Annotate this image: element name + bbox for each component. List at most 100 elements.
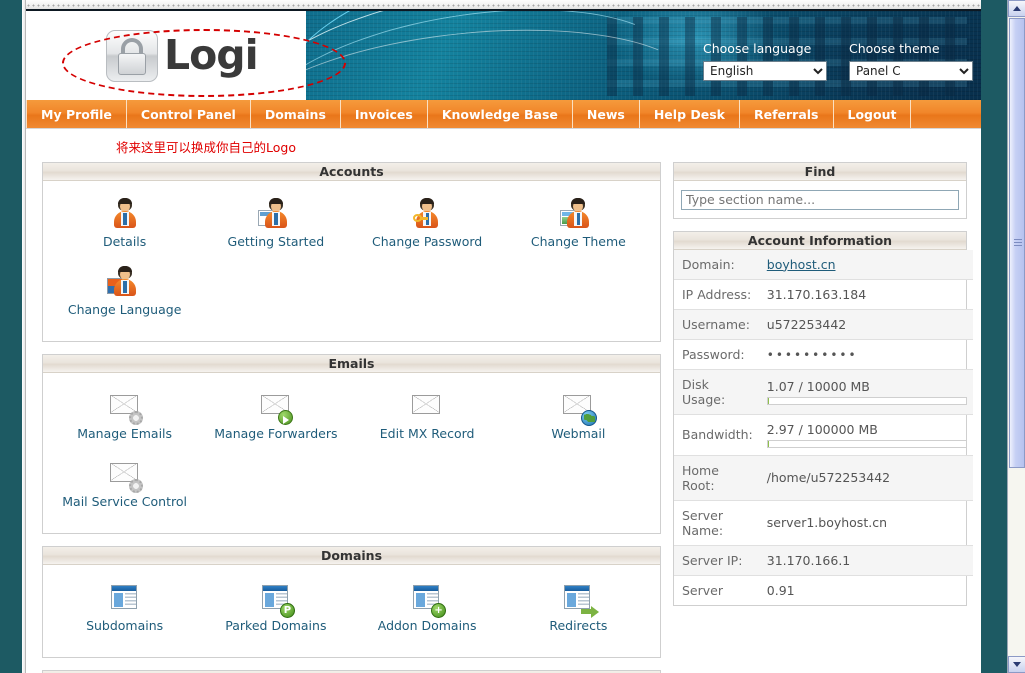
account-info-label: Disk Usage: bbox=[682, 376, 726, 407]
theme-label: Choose theme bbox=[849, 41, 940, 56]
avatar-tie bbox=[123, 281, 127, 293]
avatar-icon bbox=[567, 198, 590, 230]
tile-manage-forwarders[interactable]: Manage Forwarders bbox=[200, 383, 351, 451]
account-info-row: Server 0.91 bbox=[674, 575, 973, 605]
envelope-globe-icon bbox=[561, 389, 598, 426]
account-info-value[interactable]: boyhost.cn bbox=[759, 250, 973, 280]
nav-item-invoices[interactable]: Invoices bbox=[341, 100, 428, 128]
browser-viewport: Logi Choose language English Choose them… bbox=[0, 0, 1025, 673]
tile-details[interactable]: Details bbox=[49, 191, 200, 259]
tile-manage-emails[interactable]: Manage Emails bbox=[49, 383, 200, 451]
nav-item-news[interactable]: News bbox=[573, 100, 640, 128]
avatar-tie bbox=[123, 213, 127, 225]
panel-accounts-title: Accounts bbox=[43, 163, 660, 181]
account-info-label: Username: bbox=[682, 316, 750, 332]
theme-select[interactable]: Panel C bbox=[849, 61, 973, 81]
tile-label: Change Language bbox=[67, 302, 182, 317]
window-right-gutter bbox=[981, 0, 1006, 673]
tile-label: Edit MX Record bbox=[379, 426, 475, 441]
chevron-up-icon bbox=[1013, 6, 1021, 11]
tile-change-language[interactable]: Change Language bbox=[49, 259, 200, 327]
nav-item-domains[interactable]: Domains bbox=[251, 100, 341, 128]
usage-meter bbox=[766, 396, 967, 405]
panel-emails-body: Manage Emails Manage Forwarders Edit MX Re… bbox=[43, 373, 660, 533]
window-left-gutter bbox=[0, 0, 22, 673]
page-titlebar bbox=[414, 586, 439, 591]
tile-addon-domains[interactable]: + Addon Domains bbox=[352, 575, 503, 643]
account-info-row: Bandwidth: 2.97 / 100000 MB bbox=[674, 414, 973, 455]
panel-domains-body: Subdomains P Parked Domains + Addon Domains R… bbox=[43, 565, 660, 657]
banner-controls: Choose language English Choose theme Pan… bbox=[703, 41, 973, 81]
scrollbar-track[interactable] bbox=[1008, 470, 1025, 656]
page-sidebar bbox=[113, 593, 123, 607]
account-info-value: server1.boyhost.cn bbox=[766, 515, 887, 530]
tile-label: Details bbox=[102, 234, 147, 249]
page-add-icon: + bbox=[410, 581, 447, 618]
tile-label: Change Password bbox=[372, 234, 483, 249]
account-info-label: Server Name: bbox=[682, 507, 724, 538]
site-banner: Logi Choose language English Choose them… bbox=[26, 11, 981, 100]
account-info-label: Password: bbox=[682, 346, 745, 362]
tile-getting-started[interactable]: Getting Started bbox=[200, 191, 351, 259]
panel-emails: Emails Manage Emails Manage Forwarders Edi… bbox=[42, 354, 661, 534]
panel-find: Find bbox=[673, 162, 967, 219]
nav-item-knowledge-base[interactable]: Knowledge Base bbox=[428, 100, 573, 128]
scroll-up-button[interactable] bbox=[1008, 0, 1025, 17]
search-input[interactable] bbox=[681, 189, 959, 210]
language-select[interactable]: English bbox=[703, 61, 827, 81]
page-columns: Accounts Details Getting Started Change Pa… bbox=[26, 162, 981, 673]
tile-parked-domains[interactable]: P Parked Domains bbox=[200, 575, 351, 643]
panel-emails-title: Emails bbox=[43, 355, 660, 373]
envelope-arrow-icon bbox=[259, 389, 293, 425]
user-document-icon bbox=[257, 197, 293, 231]
nav-item-referrals[interactable]: Referrals bbox=[740, 100, 834, 128]
tile-redirects[interactable]: Redirects bbox=[503, 575, 654, 643]
avatar-hair bbox=[268, 198, 283, 204]
lock-shackle bbox=[121, 37, 143, 55]
account-info-row: Domain: boyhost.cn bbox=[674, 249, 973, 280]
nav-item-my-profile[interactable]: My Profile bbox=[26, 100, 127, 128]
panel-find-title: Find bbox=[674, 163, 966, 181]
account-info-label: Server bbox=[682, 582, 723, 598]
nav-item-help-desk[interactable]: Help Desk bbox=[640, 100, 740, 128]
tile-label: Manage Emails bbox=[77, 426, 173, 441]
account-info-row: Server IP: 31.170.166.1 bbox=[674, 545, 973, 575]
nav-item-control-panel[interactable]: Control Panel bbox=[127, 100, 251, 128]
tile-label: Change Theme bbox=[530, 234, 626, 249]
account-info-value: 1.07 / 10000 MB bbox=[759, 369, 973, 414]
avatar-hair bbox=[117, 198, 132, 204]
account-info-value: u572253442 bbox=[766, 316, 847, 332]
tile-edit-mx-record[interactable]: Edit MX Record bbox=[352, 383, 503, 451]
account-info-row: Server Name: server1.boyhost.cn bbox=[674, 500, 973, 545]
avatar-icon bbox=[264, 198, 287, 230]
domains-icon-grid: Subdomains P Parked Domains + Addon Domains R… bbox=[49, 575, 654, 643]
tile-webmail[interactable]: Webmail bbox=[503, 383, 654, 451]
panel-domains-title: Domains bbox=[43, 547, 660, 565]
nav-item-logout[interactable]: Logout bbox=[834, 100, 912, 128]
account-info-row: IP Address: 31.170.163.184 bbox=[674, 279, 973, 309]
panel-account-information: Account Information Domain: boyhost.cn IP … bbox=[673, 230, 973, 606]
vertical-scrollbar[interactable] bbox=[1007, 0, 1025, 673]
panel-find-body bbox=[674, 181, 966, 218]
tile-label: Addon Domains bbox=[377, 618, 477, 633]
usage-text: 2.97 / 100000 MB bbox=[766, 421, 878, 437]
account-info-row: Home Root: /home/u572253442 bbox=[674, 455, 973, 500]
avatar-hair bbox=[117, 266, 132, 272]
tile-subdomains[interactable]: Subdomains bbox=[49, 575, 200, 643]
domain-link[interactable]: boyhost.cn bbox=[767, 257, 836, 272]
scrollbar-thumb[interactable] bbox=[1009, 18, 1025, 468]
tile-change-theme[interactable]: Change Theme bbox=[503, 191, 654, 259]
tile-label: Subdomains bbox=[86, 618, 164, 633]
scroll-down-button[interactable] bbox=[1008, 656, 1025, 673]
page-content: Logi Choose language English Choose them… bbox=[26, 11, 981, 673]
site-logo[interactable]: Logi bbox=[26, 11, 306, 100]
page-titlebar bbox=[262, 586, 287, 591]
tile-mail-service-control[interactable]: Mail Service Control bbox=[49, 451, 200, 519]
tile-label: Parked Domains bbox=[225, 618, 327, 633]
tile-change-password[interactable]: Change Password bbox=[352, 191, 503, 259]
account-info-value: 31.170.163.184 bbox=[766, 286, 867, 302]
language-chooser: Choose language English bbox=[703, 41, 827, 81]
gear-badge-icon bbox=[128, 479, 143, 493]
page-sidebar bbox=[264, 593, 274, 607]
banner-swoosh-4 bbox=[301, 11, 619, 100]
